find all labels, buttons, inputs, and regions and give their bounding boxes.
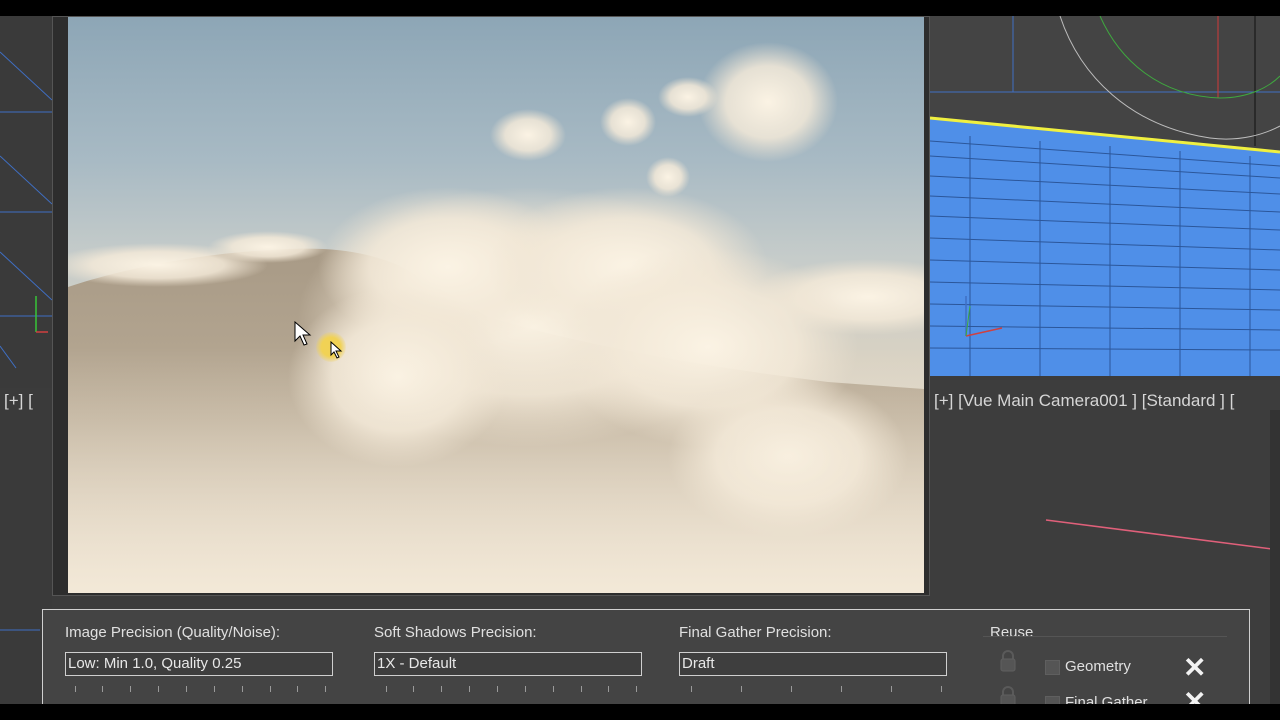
image-precision-group: Image Precision (Quality/Noise): (65, 624, 280, 641)
reuse-group: Reuse Geometry ✕ Final Gather ✕ (983, 624, 1227, 704)
render-scene (68, 42, 924, 593)
right-top-viewport[interactable] (930, 16, 1280, 376)
final-gather-dropdown[interactable]: Draft (679, 652, 947, 676)
geometry-lock-icon[interactable] (997, 649, 1019, 673)
final-gather-reuse-label: Final Gather (1065, 694, 1148, 704)
reuse-divider (983, 636, 1227, 637)
app-window: [+] [[+] [Vue Main Camera001] [Standar… (0, 16, 1280, 704)
geometry-checkbox[interactable] (1045, 660, 1060, 675)
left-viewport-label[interactable]: [+] [ (4, 391, 33, 411)
image-precision-label: Image Precision (Quality/Noise): (65, 624, 281, 641)
image-precision-dropdown[interactable]: Low: Min 1.0, Quality 0.25 (65, 652, 333, 676)
soft-shadows-slider-ticks (386, 686, 637, 694)
geometry-label: Geometry (1065, 658, 1131, 675)
mouse-cursor-icon (294, 321, 312, 346)
camera-viewport-label[interactable]: [+] [Vue Main Camera001 ] [Standard ] [ (934, 391, 1234, 411)
render-settings-panel: Image Precision (Quality/Noise): Low: Mi… (42, 609, 1250, 704)
final-gather-group: Final Gather Precision: (679, 624, 832, 641)
render-frame-window[interactable] (52, 16, 930, 596)
left-viewport[interactable] (0, 16, 52, 388)
final-gather-checkbox[interactable] (1045, 696, 1060, 704)
soft-shadows-dropdown[interactable]: 1X - Default (374, 652, 642, 676)
final-gather-clear-close-icon[interactable]: ✕ (1183, 688, 1206, 705)
reuse-title: Reuse (990, 624, 1034, 641)
soft-shadows-group: Soft Shadows Precision: (374, 624, 537, 641)
image-precision-slider-ticks (75, 686, 326, 694)
cursor-arrow-icon (330, 341, 343, 359)
soft-shadows-label: Soft Shadows Precision: (374, 624, 537, 641)
final-gather-lock-icon[interactable] (997, 685, 1019, 704)
left-viewport-grid (0, 51, 52, 369)
render-image (68, 17, 924, 593)
final-gather-label: Final Gather Precision: (679, 624, 832, 641)
right-viewport-geometry (930, 16, 1280, 376)
geometry-clear-close-icon[interactable]: ✕ (1183, 654, 1206, 682)
final-gather-slider-ticks (691, 686, 942, 694)
